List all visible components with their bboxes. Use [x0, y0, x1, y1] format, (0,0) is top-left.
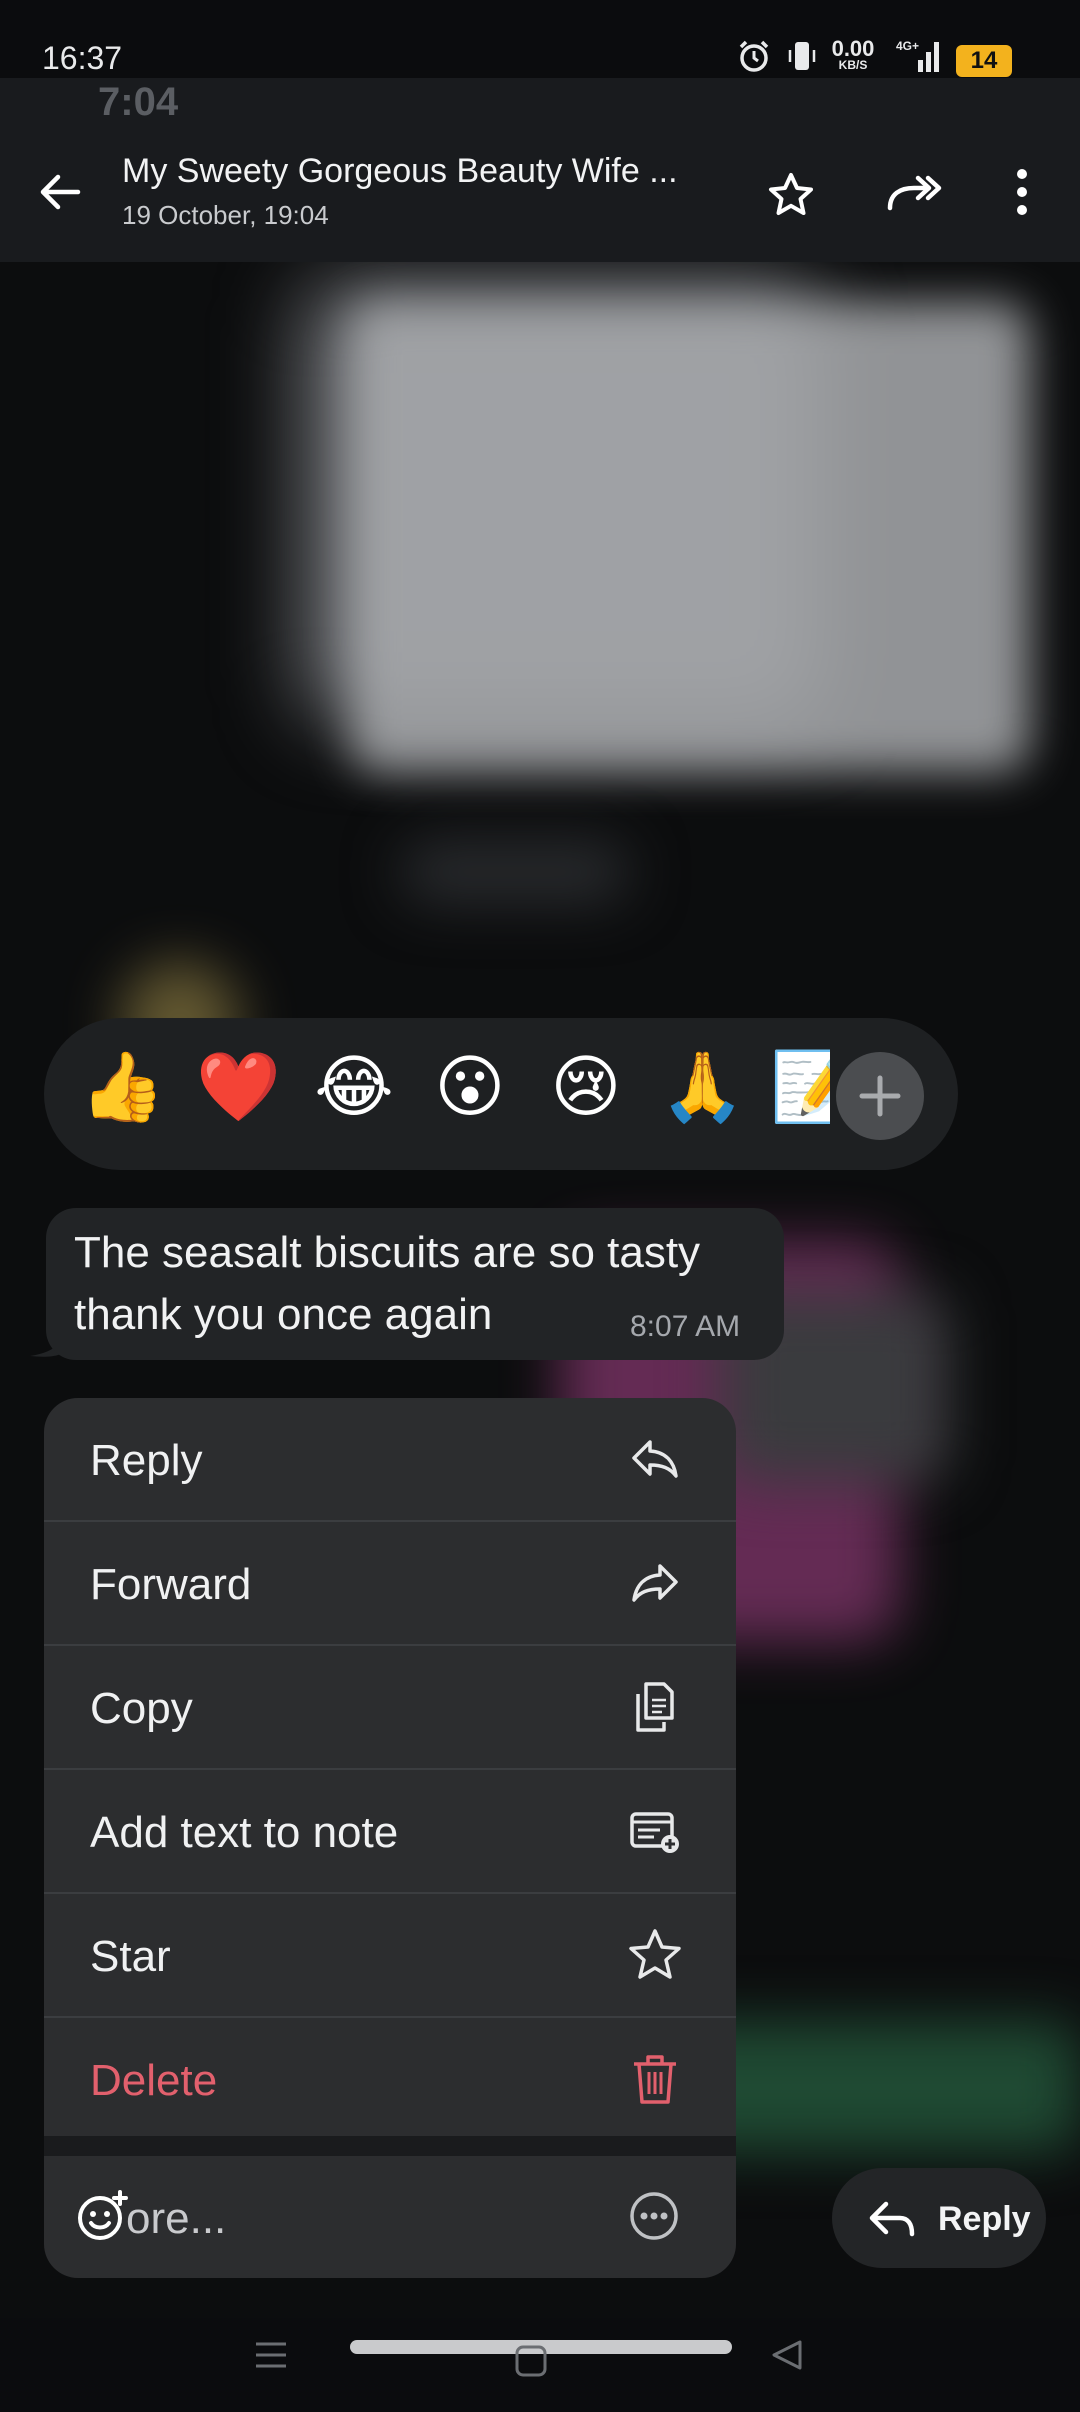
recent-apps-icon[interactable] — [254, 2338, 288, 2372]
menu-item-copy[interactable]: Copy — [44, 1646, 736, 1768]
ghost-clock: 7:04 — [98, 80, 179, 124]
more-horiz-icon — [630, 2192, 678, 2240]
menu-item-label: Reply — [90, 1436, 203, 1485]
reply-button-label: Reply — [938, 2200, 1031, 2238]
reaction-heart[interactable]: ❤️ — [196, 1046, 281, 1130]
emoji-picker-icon[interactable] — [74, 2188, 130, 2244]
back-arrow-icon[interactable] — [36, 168, 84, 216]
note-add-icon — [630, 1812, 679, 1853]
reaction-memo[interactable]: 📝 — [770, 1046, 830, 1130]
message-time: 8:07 AM — [630, 1310, 741, 1343]
plus-icon — [859, 1075, 901, 1117]
network-type: 4G+ — [896, 39, 919, 53]
star-icon[interactable] — [766, 170, 816, 220]
menu-item-add-to-note[interactable]: Add text to note — [44, 1770, 736, 1892]
menu-item-label: ore... — [126, 2194, 227, 2243]
reaction-sad[interactable]: 😢 — [544, 1046, 628, 1130]
menu-item-label: Copy — [90, 1684, 193, 1733]
status-time: 16:37 — [42, 40, 123, 76]
menu-item-more[interactable]: ore... — [44, 2156, 736, 2278]
network-speed: 0.00 KB/S — [826, 38, 880, 73]
more-options-icon[interactable] — [1004, 166, 1040, 218]
menu-item-star[interactable]: Star — [44, 1894, 736, 2016]
signal-icon: 4G+ — [896, 39, 939, 72]
reply-arrow-icon — [869, 2201, 915, 2237]
forward-icon — [632, 1564, 678, 1602]
star-icon — [629, 1929, 681, 1979]
reaction-thumbs-up[interactable]: 👍 — [80, 1046, 165, 1130]
menu-item-label: Add text to note — [90, 1808, 399, 1857]
reaction-laugh[interactable]: 😂 — [312, 1046, 396, 1130]
menu-gap — [44, 2136, 736, 2156]
reaction-pray[interactable]: 🙏 — [660, 1046, 745, 1130]
blurred-image-highlight — [350, 302, 1030, 772]
menu-item-label: Star — [90, 1932, 171, 1981]
menu-item-forward[interactable]: Forward — [44, 1522, 736, 1644]
reply-icon — [632, 1440, 678, 1478]
copy-icon — [636, 1682, 674, 1732]
context-menu: Reply Forward Copy Add text to note Star — [44, 1398, 736, 2278]
menu-item-reply[interactable]: Reply — [44, 1398, 736, 1520]
add-reaction-button[interactable] — [836, 1052, 924, 1140]
menu-item-label: Delete — [90, 2056, 218, 2105]
trash-icon — [634, 2055, 676, 2104]
blurred-date-chip — [400, 842, 630, 902]
forward-all-icon[interactable] — [884, 168, 944, 218]
chat-title[interactable]: My Sweety Gorgeous Beauty Wife ... — [122, 152, 722, 191]
vibrate-icon — [788, 42, 816, 70]
menu-item-label: Forward — [90, 1560, 252, 1609]
alarm-icon — [739, 40, 769, 72]
reaction-surprised[interactable]: 😮 — [428, 1046, 512, 1130]
chat-subtitle: 19 October, 19:04 — [122, 200, 329, 230]
battery-badge: 14 — [956, 45, 1012, 77]
nav-back-icon[interactable] — [770, 2338, 804, 2372]
menu-item-delete[interactable]: Delete — [44, 2018, 736, 2140]
home-icon[interactable] — [514, 2344, 548, 2378]
